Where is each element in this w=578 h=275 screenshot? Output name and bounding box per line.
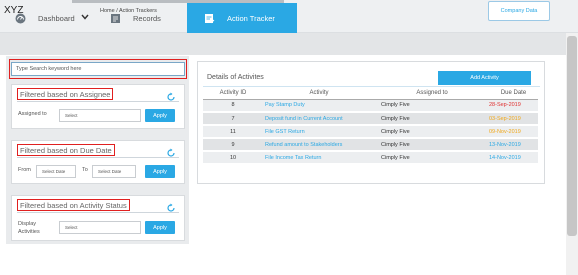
company-data-button[interactable]: Company Data bbox=[488, 1, 550, 21]
tab-label: Records bbox=[133, 13, 161, 23]
company-bar bbox=[0, 33, 566, 55]
divider bbox=[203, 86, 540, 87]
assignee-filter-title: Filtered based on Assignee bbox=[17, 88, 114, 100]
table-row[interactable]: 11 File GST Return Cimply Five 09-Nov-20… bbox=[203, 125, 538, 139]
refresh-icon[interactable] bbox=[166, 145, 176, 157]
divider bbox=[17, 101, 179, 102]
add-activity-button[interactable]: Add Activity bbox=[438, 71, 531, 85]
action-tracker-icon bbox=[204, 13, 215, 24]
details-title: Details of Activites bbox=[207, 74, 264, 81]
from-label: From bbox=[18, 167, 31, 173]
activity-id: 10 bbox=[203, 151, 263, 165]
breadcrumb[interactable]: Home / Action Trackers bbox=[100, 8, 157, 14]
table-row[interactable]: 9 Refund amount to Stakeholders Cimply F… bbox=[203, 138, 538, 152]
tab-action-tracker[interactable]: Action Tracker bbox=[187, 3, 297, 33]
company-selector[interactable]: XYZ bbox=[4, 5, 23, 16]
search-input[interactable]: Type Search keyword here bbox=[11, 62, 185, 76]
chevron-down-icon[interactable] bbox=[81, 7, 89, 20]
records-icon bbox=[110, 13, 121, 24]
due-date-filter-title: Filtered based on Due Date bbox=[17, 144, 115, 156]
activities-label: Activities bbox=[18, 229, 40, 235]
to-date-input[interactable]: Select Date bbox=[92, 165, 136, 178]
due-date: 09-Nov-2019 bbox=[483, 125, 538, 139]
apply-button[interactable]: Apply bbox=[145, 221, 175, 234]
due-date-filter-card: Filtered based on Due Date From Select D… bbox=[11, 140, 185, 184]
due-date: 14-Nov-2019 bbox=[483, 151, 538, 165]
assigned-to: Cimply Five bbox=[373, 138, 483, 152]
column-header[interactable]: Due Date bbox=[483, 88, 538, 100]
display-label: Display bbox=[18, 221, 37, 227]
status-filter-title: Filtered based on Activity Status bbox=[17, 199, 130, 211]
tab-label: Dashboard bbox=[38, 13, 75, 23]
activity-link[interactable]: File GST Return bbox=[263, 125, 373, 139]
activity-link[interactable]: Deposit fund in Current Account bbox=[263, 112, 373, 126]
refresh-icon[interactable] bbox=[166, 89, 176, 101]
refresh-icon[interactable] bbox=[166, 200, 176, 212]
assignee-filter-card: Filtered based on Assignee Assigned to S… bbox=[11, 84, 185, 129]
table-header-row: Activity ID Activity Assigned to Due Dat… bbox=[203, 88, 538, 100]
due-date: 28-Sep-2019 bbox=[483, 99, 538, 113]
activity-link[interactable]: Pay Stamp Duty bbox=[263, 99, 373, 113]
table-row[interactable]: 8 Pay Stamp Duty Cimply Five 28-Sep-2019 bbox=[203, 99, 538, 113]
due-date: 13-Nov-2019 bbox=[483, 138, 538, 152]
status-filter-card: Filtered based on Activity Status Displa… bbox=[11, 195, 185, 241]
column-header[interactable]: Activity bbox=[263, 88, 373, 100]
due-date: 03-Sep-2019 bbox=[483, 112, 538, 126]
activity-id: 9 bbox=[203, 138, 263, 152]
activity-id: 8 bbox=[203, 99, 263, 113]
to-label: To bbox=[82, 167, 88, 173]
divider bbox=[17, 157, 179, 158]
tab-dashboard[interactable]: Dashboard bbox=[15, 3, 75, 33]
apply-button[interactable]: Apply bbox=[145, 109, 175, 122]
assignee-select[interactable]: Select bbox=[59, 109, 141, 122]
assigned-to: Cimply Five bbox=[373, 151, 483, 165]
table-row[interactable]: 10 File Income Tax Return Cimply Five 14… bbox=[203, 151, 538, 165]
activity-id: 11 bbox=[203, 125, 263, 139]
assigned-to: Cimply Five bbox=[373, 125, 483, 139]
assigned-to: Cimply Five bbox=[373, 112, 483, 126]
activity-link[interactable]: Refund amount to Stakeholders bbox=[263, 138, 373, 152]
from-date-input[interactable]: Select Date bbox=[36, 165, 76, 178]
column-header[interactable]: Assigned to bbox=[373, 88, 483, 100]
table-row[interactable]: 7 Deposit fund in Current Account Cimply… bbox=[203, 112, 538, 126]
assigned-to-label: Assigned to bbox=[18, 111, 47, 117]
tab-label: Action Tracker bbox=[227, 13, 275, 23]
assigned-to: Cimply Five bbox=[373, 99, 483, 113]
status-select[interactable]: Select bbox=[59, 221, 141, 234]
activities-table: Activity ID Activity Assigned to Due Dat… bbox=[203, 88, 538, 165]
divider bbox=[17, 212, 179, 213]
column-header[interactable]: Activity ID bbox=[203, 88, 263, 100]
activity-id: 7 bbox=[203, 112, 263, 126]
activity-link[interactable]: File Income Tax Return bbox=[263, 151, 373, 165]
apply-button[interactable]: Apply bbox=[145, 165, 175, 178]
scrollbar-thumb[interactable] bbox=[567, 36, 577, 236]
